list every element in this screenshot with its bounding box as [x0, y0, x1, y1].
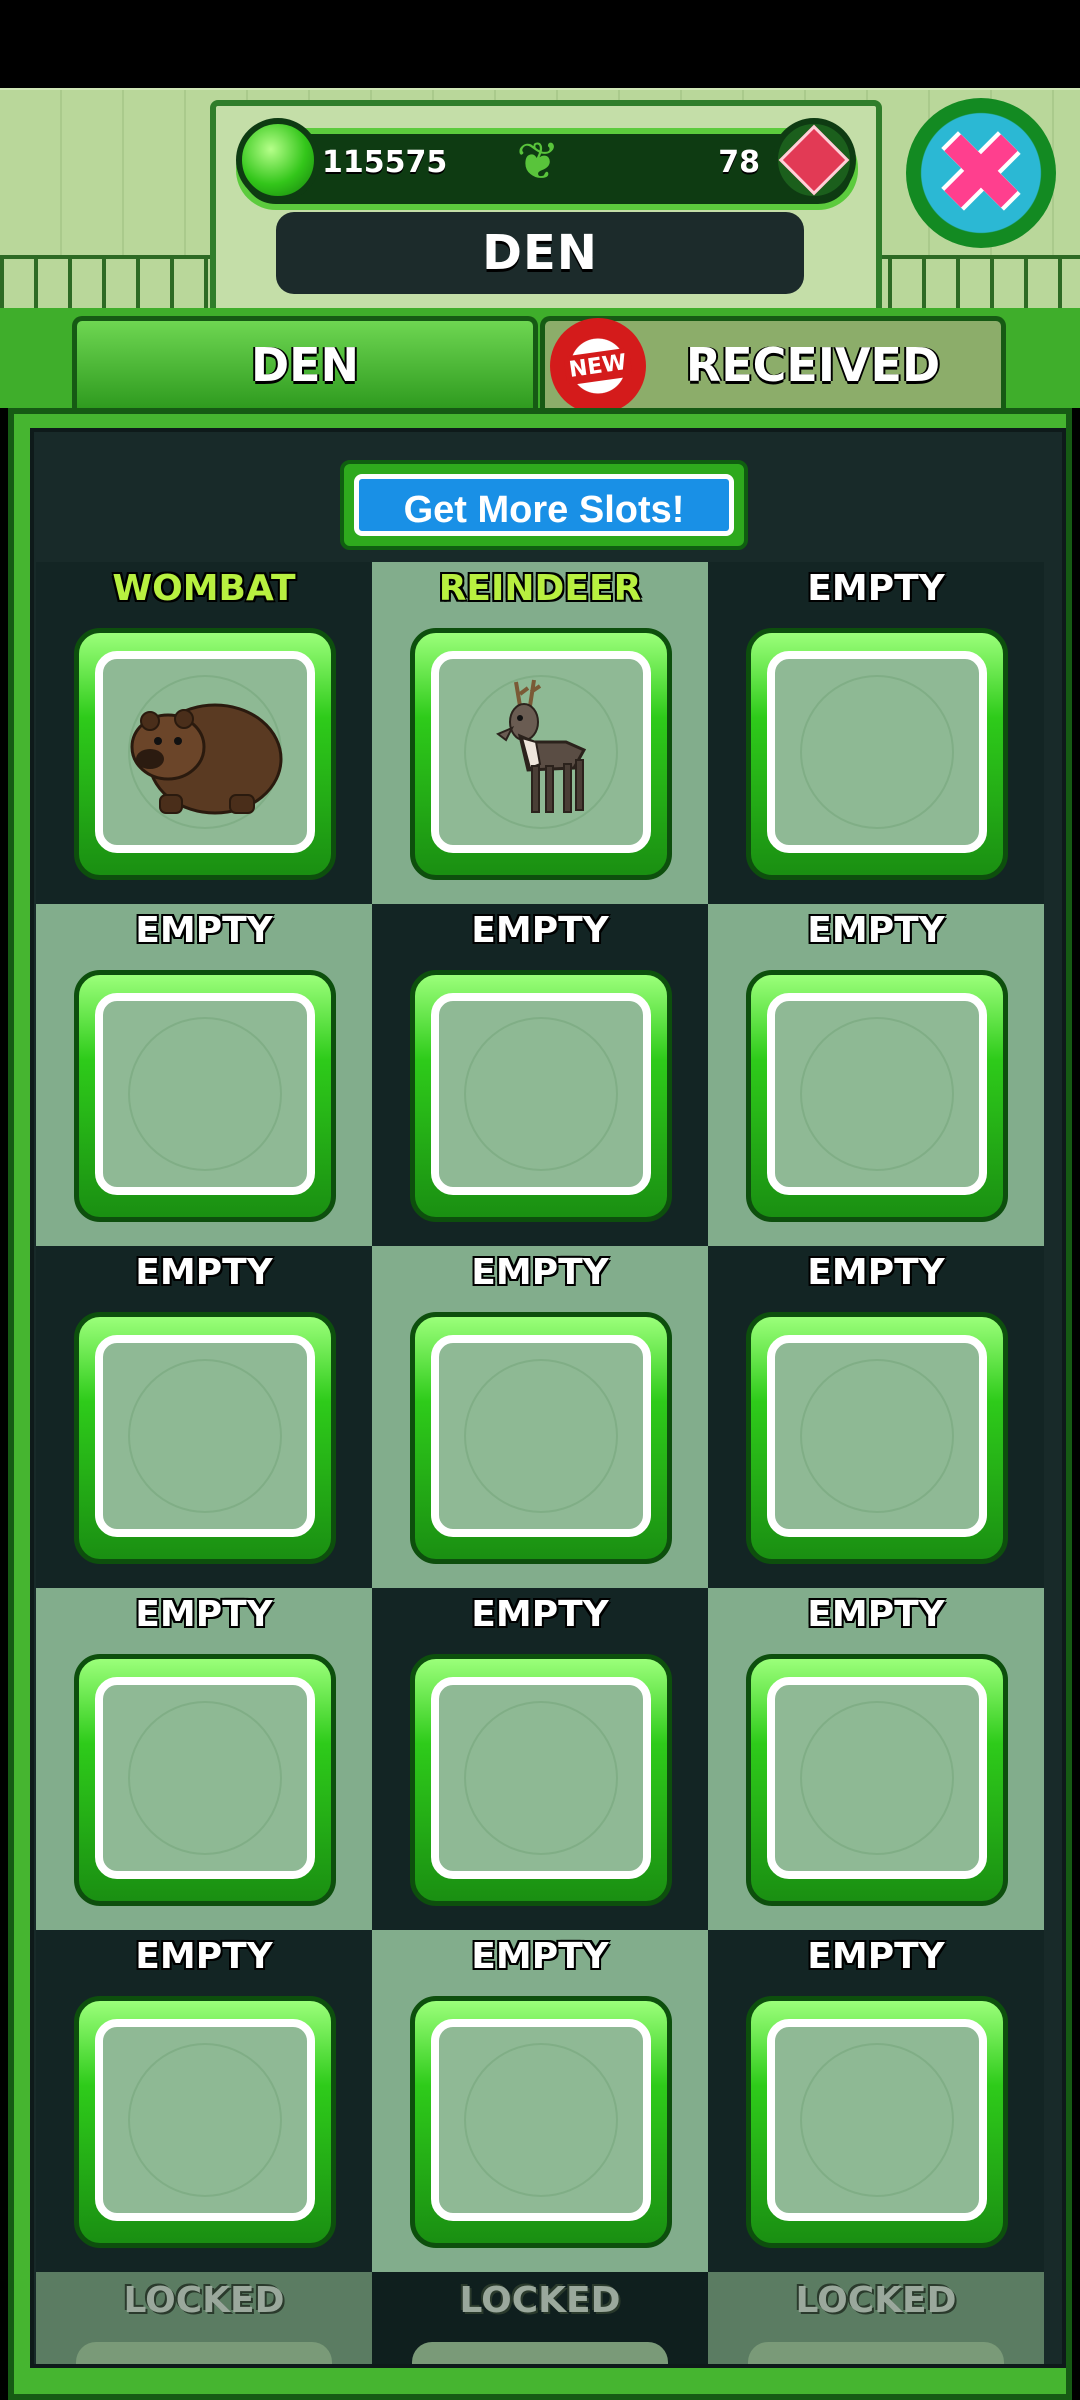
slot-inner [431, 651, 651, 853]
slot-frame [74, 1312, 336, 1564]
green-gem-icon [236, 118, 320, 202]
slot-frame [746, 1654, 1008, 1906]
close-x-icon: ✖ [934, 109, 1028, 237]
slot-label: EMPTY [807, 568, 945, 609]
locked-slot[interactable]: LOCKED [372, 2272, 708, 2364]
slot-frame [746, 1312, 1008, 1564]
slot-cell[interactable]: EMPTY [708, 904, 1044, 1246]
slot-cell[interactable]: EMPTY [36, 904, 372, 1246]
get-more-slots-label: Get More Slots! [354, 474, 734, 536]
red-crystal-icon [772, 118, 856, 202]
slot-inner [431, 1677, 651, 1879]
tab-received-label: RECEIVED [685, 337, 941, 392]
slot-label: EMPTY [807, 910, 945, 951]
locked-slot-frame [748, 2342, 1004, 2364]
slot-inner [95, 993, 315, 1195]
slot-label: EMPTY [135, 1252, 273, 1293]
slot-label: EMPTY [135, 1594, 273, 1635]
coin-count: 115575 [322, 145, 448, 180]
slot-cell[interactable]: REINDEER [372, 562, 708, 904]
slot-cell[interactable]: EMPTY [708, 1246, 1044, 1588]
slot-label: EMPTY [807, 1936, 945, 1977]
status-bar [0, 0, 1080, 88]
slot-inner [767, 651, 987, 853]
slot-frame [74, 970, 336, 1222]
locked-slot-frame [76, 2342, 332, 2364]
slot-frame [410, 1996, 672, 2248]
slot-cell[interactable]: EMPTY [708, 1930, 1044, 2272]
locked-label: LOCKED [795, 2280, 957, 2321]
slot-inner [431, 1335, 651, 1537]
slot-cell[interactable]: EMPTY [372, 1246, 708, 1588]
wombat-icon [130, 703, 283, 815]
slot-label: EMPTY [807, 1252, 945, 1293]
slot-cell[interactable]: EMPTY [36, 1930, 372, 2272]
reindeer-icon [496, 679, 587, 813]
slot-grid: WOMBAT REINDEER EMPTY EMPTY EMPTY EMPTY … [36, 562, 1046, 2272]
slot-cell[interactable]: EMPTY [708, 1588, 1044, 1930]
slot-cell[interactable]: WOMBAT [36, 562, 372, 904]
new-badge-text: NEW [563, 347, 633, 385]
slot-label: EMPTY [471, 1594, 609, 1635]
locked-label: LOCKED [459, 2280, 621, 2321]
locked-slot[interactable]: LOCKED [36, 2272, 372, 2364]
slot-frame [746, 628, 1008, 880]
slot-frame [746, 970, 1008, 1222]
locked-slot-frame [412, 2342, 668, 2364]
slot-label: EMPTY [471, 1252, 609, 1293]
slot-frame [746, 1996, 1008, 2248]
close-button[interactable]: ✖ [906, 98, 1056, 248]
slot-label: EMPTY [135, 1936, 273, 1977]
locked-label: LOCKED [123, 2280, 285, 2321]
slot-label: EMPTY [135, 910, 273, 951]
slot-inner [767, 1335, 987, 1537]
slot-label: EMPTY [471, 910, 609, 951]
new-badge-paw-icon: NEW [550, 318, 646, 414]
slot-inner [95, 651, 315, 853]
slot-frame [410, 1312, 672, 1564]
slot-inner [431, 993, 651, 1195]
slot-cell[interactable]: EMPTY [36, 1246, 372, 1588]
get-more-slots-button[interactable]: Get More Slots! [340, 460, 748, 550]
slot-frame [410, 628, 672, 880]
page-title: DEN [482, 225, 598, 281]
slot-frame [410, 1654, 672, 1906]
slot-label: WOMBAT [112, 568, 296, 609]
slot-inner [767, 1677, 987, 1879]
slot-cell[interactable]: EMPTY [372, 1930, 708, 2272]
leaf-ornament-icon: ❦ [516, 132, 560, 192]
slot-frame [74, 1654, 336, 1906]
slot-cell[interactable]: EMPTY [372, 904, 708, 1246]
locked-slot[interactable]: LOCKED [708, 2272, 1044, 2364]
slot-inner [95, 1335, 315, 1537]
tab-den[interactable]: DEN [72, 316, 538, 408]
gem-count: 78 [718, 145, 760, 180]
slot-cell[interactable]: EMPTY [708, 562, 1044, 904]
slot-label: EMPTY [807, 1594, 945, 1635]
slot-inner [95, 1677, 315, 1879]
slot-label: REINDEER [438, 568, 642, 609]
slot-frame [410, 970, 672, 1222]
page-title-box: DEN [276, 212, 804, 294]
slot-inner [767, 2019, 987, 2221]
slot-inner [767, 993, 987, 1195]
slot-inner [95, 2019, 315, 2221]
tab-den-label: DEN [250, 337, 360, 392]
slot-cell[interactable]: EMPTY [372, 1588, 708, 1930]
slot-frame [74, 628, 336, 880]
locked-row: LOCKED LOCKED LOCKED [36, 2272, 1046, 2364]
slot-cell[interactable]: EMPTY [36, 1588, 372, 1930]
slot-inner [431, 2019, 651, 2221]
slot-frame [74, 1996, 336, 2248]
slot-label: EMPTY [471, 1936, 609, 1977]
